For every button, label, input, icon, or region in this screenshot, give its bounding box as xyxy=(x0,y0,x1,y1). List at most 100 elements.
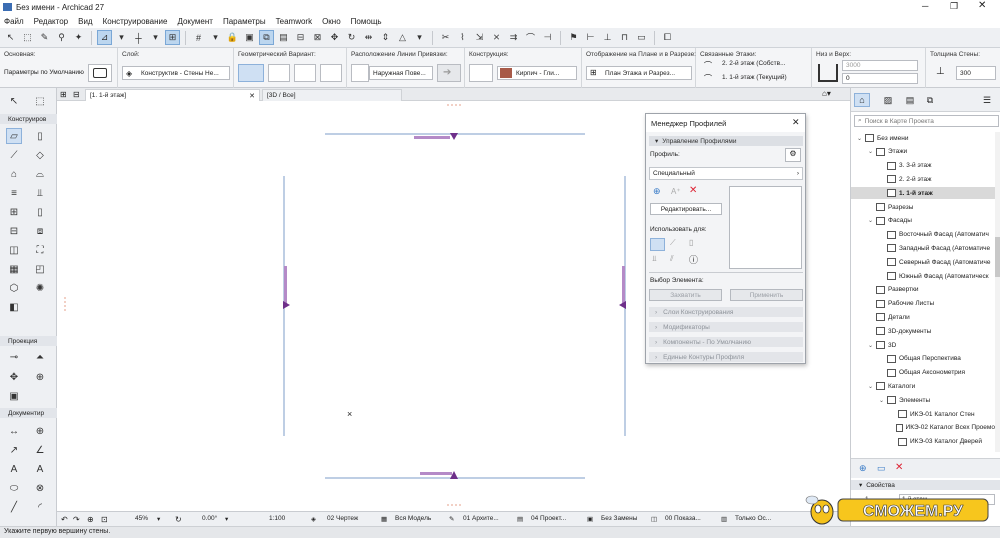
fill-tool-icon[interactable]: ⬭ xyxy=(6,480,22,496)
dimension-combo[interactable]: 04 Проект... xyxy=(531,515,566,522)
override-icon[interactable]: ▣ xyxy=(587,515,593,523)
slab-tool-icon[interactable]: ◇ xyxy=(32,147,48,163)
mark-icon[interactable]: ⊥ xyxy=(600,30,615,45)
info-icon[interactable]: ⓘ xyxy=(689,253,698,266)
wall-tool-icon[interactable]: ▱ xyxy=(6,128,22,144)
tree-item[interactable]: 2. 2-й этаж xyxy=(851,173,995,185)
trapezoid-wall-button[interactable] xyxy=(294,64,316,82)
tree-item[interactable]: Восточный Фасад (Автоматич xyxy=(851,229,995,241)
column-tool-icon[interactable]: ▯ xyxy=(32,128,48,144)
undo-icon[interactable]: ↶ xyxy=(61,515,68,524)
offset-icon[interactable]: ⇉ xyxy=(506,30,521,45)
renovation-icon[interactable]: ◫ xyxy=(651,515,657,523)
tree-item[interactable]: ИКЭ-03 Каталог Дверей xyxy=(851,436,995,448)
tree-item[interactable]: Разрезы xyxy=(851,201,995,213)
tab-list-icon[interactable]: ⊟ xyxy=(73,90,80,99)
use-opening-icon[interactable]: ⫽ xyxy=(670,254,674,264)
bottom-offset-field[interactable]: 0 xyxy=(842,73,918,84)
tree-item[interactable]: Общая Аксонометрия xyxy=(851,367,995,379)
roof-tool-icon[interactable]: ⌂ xyxy=(6,166,22,182)
zoom-dropdown-icon[interactable]: ▾ xyxy=(157,515,160,523)
detail-tool-icon[interactable]: ▣ xyxy=(6,388,22,404)
level-icon[interactable]: ⊓ xyxy=(617,30,632,45)
grid-snap-icon[interactable]: ⊞ xyxy=(165,30,180,45)
basic-structure-button[interactable] xyxy=(469,64,493,82)
use-railing-icon[interactable]: ⫫ xyxy=(652,254,657,264)
tab-floor-plan[interactable]: [1. 1-й этаж] ✕ xyxy=(85,89,260,101)
inject-icon[interactable]: ⚲ xyxy=(54,30,69,45)
cube-tool-icon[interactable]: ⬡ xyxy=(6,280,22,296)
close-icon[interactable]: ✕ xyxy=(978,0,986,11)
line-tool-icon[interactable]: ╱ xyxy=(6,499,22,515)
arrow-tool-icon[interactable]: ↖ xyxy=(6,93,22,109)
wall-settings-button[interactable] xyxy=(88,64,112,82)
view-map-icon[interactable]: ▨ xyxy=(880,93,896,107)
worksheet-tool-icon[interactable]: ⊕ xyxy=(32,369,48,385)
structure-display-combo[interactable]: Только Ос... xyxy=(735,515,771,522)
angle-dropdown-icon[interactable]: ▾ xyxy=(225,515,228,523)
tree-item[interactable]: Северный Фасад (Автоматиче xyxy=(851,256,995,268)
flip-arrow-button[interactable]: ➔ xyxy=(437,64,461,82)
guide-dropdown-icon[interactable]: ▾ xyxy=(114,30,129,45)
beam-tool-icon[interactable]: ⟋ xyxy=(6,147,22,163)
marquee-tool-icon[interactable]: ⬚ xyxy=(32,93,48,109)
zoom-fit-icon[interactable]: ⊡ xyxy=(101,515,108,524)
pen-set-combo[interactable]: 01 Архите... xyxy=(463,515,499,522)
maximize-icon[interactable]: ❐ xyxy=(950,1,958,12)
profile-type-select[interactable]: Специальный › xyxy=(649,167,803,180)
stair-tool-icon[interactable]: ≡ xyxy=(6,185,22,201)
dialog-close-icon[interactable]: ✕ xyxy=(792,117,800,128)
3d-window-icon[interactable]: ⧠ xyxy=(660,30,675,45)
tab-3d[interactable]: [3D / Все] xyxy=(262,89,402,101)
grid-dropdown-icon[interactable]: ▾ xyxy=(208,30,223,45)
split-icon[interactable]: ⌇ xyxy=(455,30,470,45)
tab-grid-icon[interactable]: ⊞ xyxy=(60,90,67,99)
zoom-in-icon[interactable]: ⊕ xyxy=(87,515,94,524)
interior-tool-icon[interactable]: ✥ xyxy=(6,369,22,385)
menu-document[interactable]: Документ xyxy=(177,17,213,26)
menu-window[interactable]: Окно xyxy=(322,17,341,26)
section-tool-icon[interactable]: ⊸ xyxy=(6,349,22,365)
shape-icon[interactable]: △ xyxy=(395,30,410,45)
suspend-groups-icon[interactable]: ⧉ xyxy=(259,30,274,45)
add-profile-icon[interactable]: ⊕ xyxy=(653,186,661,197)
tree-item[interactable]: Развертки xyxy=(851,284,995,296)
bottom-story-select[interactable]: 1. 1-й этаж (Текущий) xyxy=(722,74,787,81)
use-wall-toggle[interactable] xyxy=(650,238,665,251)
view-section[interactable]: Проекция xyxy=(0,336,57,346)
tree-item[interactable]: Рабочие Листы xyxy=(851,298,995,310)
elevate-icon[interactable]: ⇕ xyxy=(378,30,393,45)
settings-icon[interactable]: ▭ xyxy=(877,463,886,474)
edit-profile-button[interactable]: Редактировать... xyxy=(650,203,722,215)
door-tool-icon[interactable]: ▯ xyxy=(32,204,48,220)
drawing-combo[interactable]: 02 Чертеж xyxy=(327,515,358,522)
new-view-icon[interactable]: ⊕ xyxy=(859,463,867,474)
chevron-down-icon[interactable]: ⌄ xyxy=(868,217,876,224)
rotate-icon[interactable]: ↻ xyxy=(344,30,359,45)
pen-set-icon[interactable]: ✎ xyxy=(449,515,454,523)
morph-tool-icon[interactable]: ◰ xyxy=(32,261,48,277)
menu-design[interactable]: Конструирование xyxy=(103,17,168,26)
top-offset-field[interactable]: 3000 xyxy=(842,60,918,71)
display-order-icon[interactable]: ⊠ xyxy=(310,30,325,45)
text-tool-icon[interactable]: A xyxy=(6,461,22,477)
fillet-icon[interactable]: ⌒ xyxy=(523,30,538,45)
tree-item[interactable]: ⌄ 3D xyxy=(851,339,995,351)
scale-value[interactable]: 1:100 xyxy=(269,515,285,522)
modifiers-section[interactable]: › Модификаторы xyxy=(649,322,803,332)
delete-profile-icon[interactable]: ✕ xyxy=(689,185,697,196)
manage-profiles-section[interactable]: ▾ Управление Профилями xyxy=(649,136,803,146)
design-section[interactable]: Конструиров xyxy=(0,114,57,124)
elevation-tool-icon[interactable]: ⏶ xyxy=(32,349,48,365)
delete-icon[interactable]: ✕ xyxy=(895,462,903,473)
snap-dropdown-icon[interactable]: ▾ xyxy=(148,30,163,45)
dialog-title-bar[interactable]: Менеджер Профилей ✕ xyxy=(646,114,805,132)
tree-item[interactable]: Южный Фасад (Автоматическ xyxy=(851,270,995,282)
railing-tool-icon[interactable]: ⫫ xyxy=(32,185,48,201)
magic-wand-icon[interactable]: ✦ xyxy=(71,30,86,45)
tree-item[interactable]: Детали xyxy=(851,311,995,323)
minimize-icon[interactable]: ─ xyxy=(922,1,928,11)
tree-item[interactable]: 1. 1-й этаж xyxy=(851,187,995,200)
line-join-icon[interactable]: ⊣ xyxy=(540,30,555,45)
rename-icon[interactable]: A⁺ xyxy=(671,187,681,196)
